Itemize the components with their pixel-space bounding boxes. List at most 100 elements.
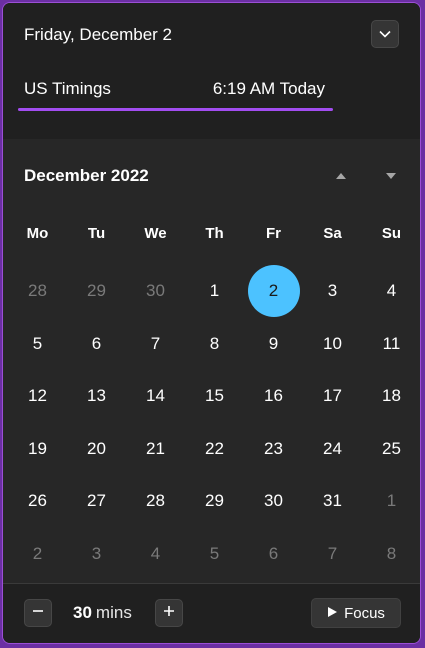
day-cell[interactable]: 7: [303, 528, 362, 580]
day-cell[interactable]: 12: [8, 370, 67, 422]
duration-unit: mins: [95, 603, 132, 622]
increase-duration-button[interactable]: [155, 599, 183, 627]
day-cell[interactable]: 28: [8, 265, 67, 317]
chevron-down-icon: [379, 25, 391, 43]
day-number: 3: [91, 543, 102, 563]
date-title[interactable]: Friday, December 2: [24, 25, 172, 45]
day-grid: 28 29 30 1 2 3 4 5 6 7 8 9 10 11 12 13 14 15 16 17 18 19 20 21 2…: [8, 265, 420, 581]
day-number: 20: [87, 438, 106, 458]
day-cell[interactable]: 1: [362, 475, 420, 527]
day-cell[interactable]: 3: [67, 528, 126, 580]
day-number: 18: [382, 386, 401, 405]
day-number: 10: [323, 333, 342, 353]
day-cell[interactable]: 1: [185, 265, 244, 317]
day-cell[interactable]: 5: [185, 528, 244, 580]
weekday-label: Tu: [87, 225, 106, 242]
day-number: 25: [382, 438, 401, 458]
plus-icon: [163, 604, 175, 622]
weekday-label: Su: [381, 225, 402, 242]
day-number: 30: [264, 491, 283, 510]
weekday-label: We: [144, 225, 167, 242]
day-cell[interactable]: 14: [126, 370, 185, 422]
day-cell[interactable]: 8: [362, 528, 420, 580]
timezone-tab[interactable]: US Timings 6:19 AM Today: [18, 77, 333, 111]
day-cell[interactable]: 29: [67, 265, 126, 317]
focus-button-label: Focus: [344, 604, 385, 622]
day-number: 1: [209, 281, 220, 300]
collapse-button[interactable]: [371, 20, 399, 48]
day-cell[interactable]: 23: [244, 423, 303, 475]
focus-button[interactable]: Focus: [311, 598, 401, 628]
day-cell[interactable]: 5: [8, 318, 67, 370]
day-cell[interactable]: 10: [303, 318, 362, 370]
day-cell[interactable]: 25: [362, 423, 420, 475]
day-number: 21: [146, 438, 165, 458]
day-cell[interactable]: 30: [244, 475, 303, 527]
previous-month-button[interactable]: [329, 164, 353, 188]
day-cell[interactable]: 7: [126, 318, 185, 370]
day-cell[interactable]: 19: [8, 423, 67, 475]
day-cell[interactable]: 22: [185, 423, 244, 475]
day-number: 4: [386, 281, 397, 300]
day-number: 7: [150, 333, 161, 353]
triangle-up-icon: [335, 167, 347, 185]
day-cell[interactable]: 28: [126, 475, 185, 527]
day-cell[interactable]: 6: [244, 528, 303, 580]
day-cell[interactable]: 30: [126, 265, 185, 317]
day-number: 28: [28, 281, 47, 300]
day-number: 24: [323, 438, 342, 458]
day-cell[interactable]: 18: [362, 370, 420, 422]
day-number: 6: [91, 333, 102, 353]
day-cell[interactable]: 4: [362, 265, 420, 317]
day-number: 29: [205, 491, 224, 510]
day-cell[interactable]: 9: [244, 318, 303, 370]
day-cell[interactable]: 27: [67, 475, 126, 527]
day-number: 3: [327, 281, 338, 300]
calendar-flyout: Friday, December 2 US Timings 6:19 AM To…: [2, 2, 421, 644]
day-cell[interactable]: 17: [303, 370, 362, 422]
timezone-name: US Timings: [24, 79, 111, 98]
day-cell[interactable]: 24: [303, 423, 362, 475]
day-cell[interactable]: 13: [67, 370, 126, 422]
day-cell[interactable]: 8: [185, 318, 244, 370]
play-icon: [327, 605, 338, 622]
decrease-duration-button[interactable]: [24, 599, 52, 627]
day-number: 12: [28, 386, 47, 405]
day-number: 15: [205, 386, 224, 405]
day-number: 14: [146, 386, 165, 405]
day-cell[interactable]: 21: [126, 423, 185, 475]
day-number: 2: [32, 543, 43, 563]
day-cell[interactable]: 26: [8, 475, 67, 527]
day-number: 5: [209, 543, 220, 563]
flyout-header: Friday, December 2 US Timings 6:19 AM To…: [3, 3, 420, 139]
day-cell[interactable]: 6: [67, 318, 126, 370]
day-number: 4: [150, 543, 161, 563]
focus-footer: 30 mins Focus: [3, 584, 420, 643]
focus-duration: 30 mins: [73, 603, 132, 623]
day-cell[interactable]: 11: [362, 318, 420, 370]
day-cell-selected[interactable]: 2: [244, 265, 303, 317]
day-cell[interactable]: 31: [303, 475, 362, 527]
weekday-label: Fr: [266, 225, 281, 242]
day-number: 8: [209, 333, 220, 353]
day-cell[interactable]: 3: [303, 265, 362, 317]
day-number: 9: [268, 333, 279, 353]
day-number: 31: [323, 491, 342, 510]
month-title[interactable]: December 2022: [24, 166, 149, 186]
day-cell[interactable]: 16: [244, 370, 303, 422]
weekday-label: Mo: [26, 225, 49, 242]
day-cell[interactable]: 4: [126, 528, 185, 580]
day-cell[interactable]: 15: [185, 370, 244, 422]
day-number: 19: [28, 438, 47, 458]
day-cell[interactable]: 2: [8, 528, 67, 580]
day-cell[interactable]: 20: [67, 423, 126, 475]
day-number: 28: [146, 491, 165, 510]
day-cell[interactable]: 29: [185, 475, 244, 527]
day-number: 30: [146, 281, 165, 300]
next-month-button[interactable]: [379, 164, 403, 188]
weekday-label: Sa: [323, 225, 342, 242]
day-number: 27: [87, 491, 106, 510]
minus-icon: [32, 604, 44, 622]
day-number: 26: [28, 491, 47, 510]
duration-value: 30: [73, 603, 92, 622]
